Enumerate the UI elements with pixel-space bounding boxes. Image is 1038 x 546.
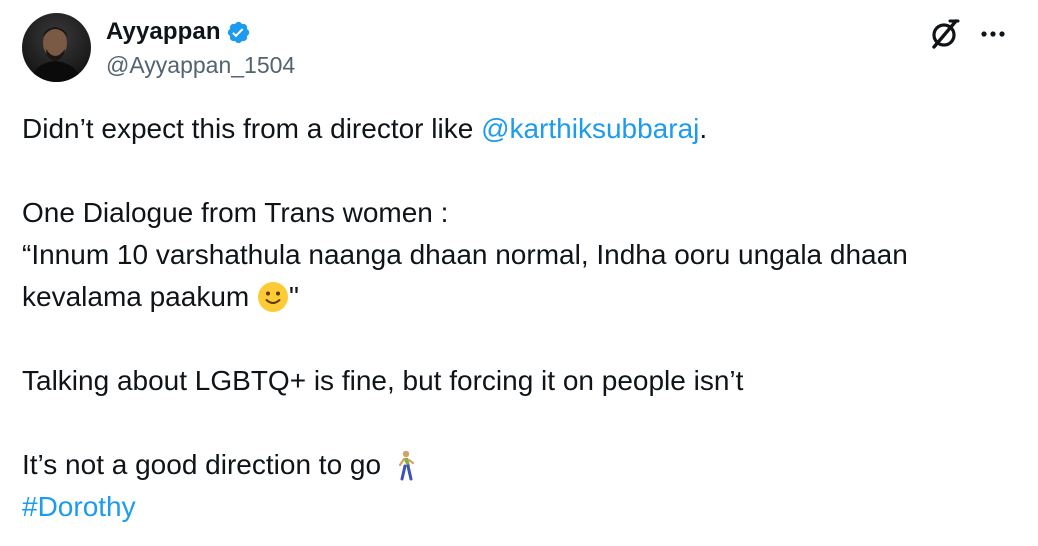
- more-horizontal-icon[interactable]: [978, 19, 1008, 49]
- avatar-image: [22, 13, 91, 82]
- tweet-line-1: Didn’t expect this from a director like …: [22, 108, 1012, 150]
- hashtag-line: #Dorothy: [22, 486, 1012, 528]
- text-segment: kevalama paakum: [22, 281, 258, 312]
- tweet-text: Didn’t expect this from a director like …: [22, 108, 1012, 528]
- user-handle[interactable]: @Ayyappan_1504: [106, 52, 295, 79]
- person-walking-emoji: [389, 449, 421, 481]
- text-segment: ": [289, 281, 299, 312]
- avatar[interactable]: [22, 13, 91, 82]
- author-block: Ayyappan @Ayyappan_1504: [106, 16, 295, 79]
- tweet-line-2: One Dialogue from Trans women :: [22, 197, 449, 228]
- tweet-line-6: It’s not a good direction to go: [22, 444, 1012, 486]
- text-segment: Didn’t expect this from a director like: [22, 113, 482, 144]
- mention-link[interactable]: @karthiksubbaraj: [481, 113, 699, 144]
- tweet-line-3: “Innum 10 varshathula naanga dhaan norma…: [22, 239, 908, 270]
- slightly-smiling-face-emoji: [257, 281, 289, 313]
- text-segment: .: [699, 113, 708, 144]
- top-actions: [928, 17, 1008, 51]
- tweet-line-4: kevalama paakum ": [22, 276, 1012, 318]
- tweet-line-5: Talking about LGBTQ+ is fine, but forcin…: [22, 365, 744, 396]
- text-segment: It’s not a good direction to go: [22, 449, 389, 480]
- hashtag-link[interactable]: #Dorothy: [22, 491, 136, 522]
- verified-badge-icon: [226, 20, 251, 45]
- tweet-card: Ayyappan @Ayyappan_1504 Didn’t expect th…: [0, 0, 1038, 546]
- name-row: Ayyappan: [106, 16, 295, 48]
- display-name[interactable]: Ayyappan: [106, 18, 221, 46]
- grok-icon[interactable]: [928, 17, 962, 51]
